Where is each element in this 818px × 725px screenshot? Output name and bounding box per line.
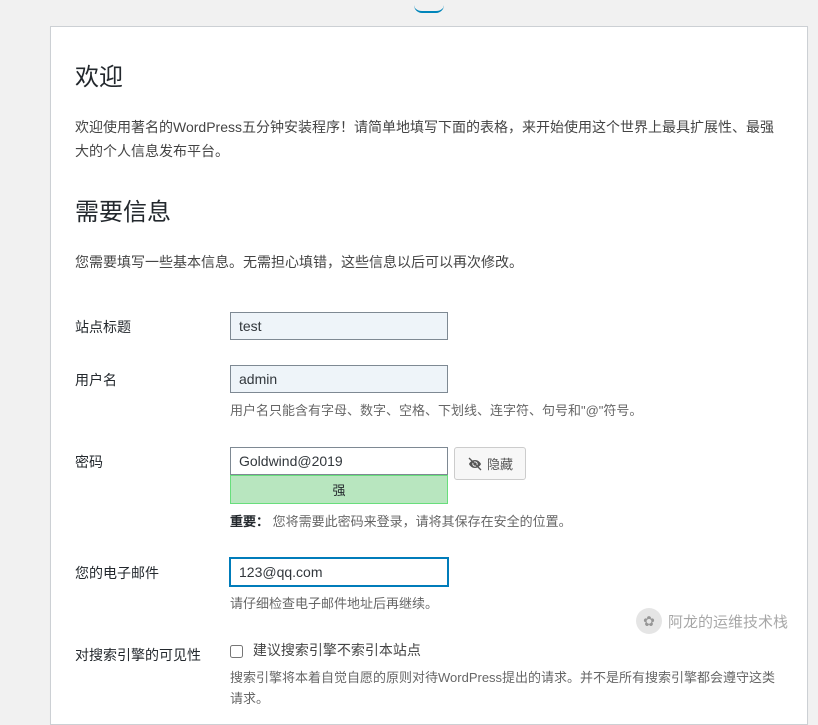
email-input[interactable] bbox=[230, 558, 448, 586]
password-input[interactable] bbox=[230, 447, 448, 475]
wordpress-logo bbox=[50, 0, 808, 26]
username-input[interactable] bbox=[230, 365, 448, 393]
username-hint: 用户名只能含有字母、数字、空格、下划线、连字符、句号和"@"符号。 bbox=[230, 401, 783, 422]
required-info-text: 您需要填写一些基本信息。无需担心填错，这些信息以后可以再次修改。 bbox=[75, 251, 783, 275]
eye-slash-icon bbox=[467, 456, 483, 472]
search-visibility-checkbox[interactable] bbox=[230, 645, 243, 658]
username-label: 用户名 bbox=[75, 355, 230, 437]
hide-password-label: 隐藏 bbox=[487, 454, 513, 473]
hide-password-button[interactable]: 隐藏 bbox=[454, 447, 526, 480]
install-card: 欢迎 欢迎使用著名的WordPress五分钟安装程序！请简单地填写下面的表格，来… bbox=[50, 26, 808, 725]
password-important: 重要： 您将需要此密码来登录，请将其保存在安全的位置。 bbox=[230, 512, 783, 533]
welcome-text: 欢迎使用著名的WordPress五分钟安装程序！请简单地填写下面的表格，来开始使… bbox=[75, 116, 783, 164]
search-visibility-checkbox-label[interactable]: 建议搜索引擎不索引本站点 bbox=[230, 642, 421, 658]
search-visibility-hint: 搜索引擎将本着自觉自愿的原则对待WordPress提出的请求。并不是所有搜索引擎… bbox=[230, 668, 783, 710]
required-info-heading: 需要信息 bbox=[75, 192, 783, 227]
password-strength-meter: 强 bbox=[230, 475, 448, 504]
site-title-label: 站点标题 bbox=[75, 302, 230, 355]
site-title-input[interactable] bbox=[230, 312, 448, 340]
welcome-heading: 欢迎 bbox=[75, 57, 783, 92]
email-label: 您的电子邮件 bbox=[75, 548, 230, 630]
email-hint: 请仔细检查电子邮件地址后再继续。 bbox=[230, 594, 783, 615]
password-label: 密码 bbox=[75, 437, 230, 548]
